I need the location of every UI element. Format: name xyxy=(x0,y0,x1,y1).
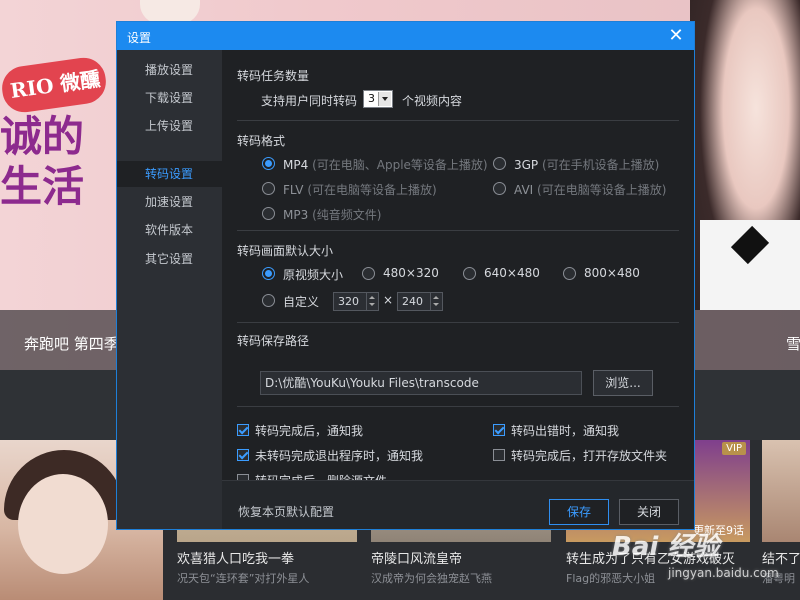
section-title-format: 转码格式 xyxy=(237,134,286,148)
hero-portrait-image xyxy=(690,0,800,310)
stepper-arrows-icon[interactable] xyxy=(366,293,378,310)
sidebar-item-transcode[interactable]: 转码设置 xyxy=(117,161,222,187)
size-radio-800x480[interactable] xyxy=(563,267,576,280)
dialog-title: 设置 xyxy=(127,31,152,45)
sidebar-item-version[interactable]: 软件版本 xyxy=(117,217,222,243)
notify-exit-label[interactable]: 未转码完成退出程序时，通知我 xyxy=(255,447,423,464)
task-count-value: 3 xyxy=(368,92,375,105)
watermark-url: jingyan.baidu.com xyxy=(668,566,779,580)
task-count-prefix: 支持用户同时转码 xyxy=(261,94,358,108)
watermark-text: Bai 经验 xyxy=(612,532,720,562)
sidebar-item-other[interactable]: 其它设置 xyxy=(117,246,222,272)
video-title[interactable]: 欢喜猎人口吃我一拳 xyxy=(177,548,294,567)
stepper-arrows-icon[interactable] xyxy=(430,293,442,310)
size-option-480x320[interactable]: 480×320 xyxy=(383,266,439,280)
format-radio-mp4[interactable] xyxy=(262,157,275,170)
open-folder-label[interactable]: 转码完成后，打开存放文件夹 xyxy=(511,447,667,464)
custom-width-value[interactable]: 320 xyxy=(338,295,359,308)
notify-error-label[interactable]: 转码出错时，通知我 xyxy=(511,422,619,439)
video-subtitle: 汉成帝为何会独宠赵飞燕 xyxy=(371,572,492,585)
reset-defaults-link[interactable]: 恢复本页默认配置 xyxy=(238,503,334,520)
size-radio-480x320[interactable] xyxy=(362,267,375,280)
size-option-640x480[interactable]: 640×480 xyxy=(484,266,540,280)
settings-sidebar: 播放设置 下载设置 上传设置 转码设置 加速设置 软件版本 其它设置 xyxy=(117,50,222,529)
task-count-select[interactable]: 3 xyxy=(363,90,393,108)
format-radio-3gp[interactable] xyxy=(493,157,506,170)
checkbox-notify-done[interactable] xyxy=(237,424,249,436)
section-title-size: 转码画面默认大小 xyxy=(237,244,334,258)
format-option-mp4[interactable]: MP4 (可在电脑、Apple等设备上播放) xyxy=(283,156,488,173)
close-icon[interactable]: ✕ xyxy=(664,24,688,48)
format-option-3gp[interactable]: 3GP (可在手机设备上播放) xyxy=(514,156,659,173)
close-button[interactable]: 关闭 xyxy=(619,499,679,525)
show-title-art: 诚的生活 xyxy=(0,112,85,211)
size-times-sign: × xyxy=(383,293,394,307)
format-option-mp3[interactable]: MP3 (纯音频文件) xyxy=(283,206,381,223)
size-option-original[interactable]: 原视频大小 xyxy=(283,266,343,283)
video-title[interactable]: 结不了 xyxy=(762,548,800,567)
brand-logo: RIO 微醺 xyxy=(0,54,109,116)
section-divider xyxy=(237,406,679,407)
save-button[interactable]: 保存 xyxy=(549,499,609,525)
settings-dialog: 设置 ✕ 播放设置 下载设置 上传设置 转码设置 加速设置 软件版本 其它设置 … xyxy=(116,21,695,530)
dialog-footer: 恢复本页默认配置 保存 关闭 xyxy=(222,480,694,529)
hero-title[interactable]: 奔跑吧 第四季 xyxy=(24,333,119,354)
sidebar-item-playback[interactable]: 播放设置 xyxy=(117,57,222,83)
save-path-input[interactable]: D:\优酷\YouKu\Youku Files\transcode xyxy=(260,371,582,395)
video-subtitle: 况天包“连环套”对打外星人 xyxy=(177,572,310,585)
section-divider xyxy=(237,120,679,121)
format-radio-avi[interactable] xyxy=(493,182,506,195)
video-thumbnail xyxy=(762,440,800,542)
featured-portrait-face xyxy=(18,474,108,574)
size-radio-original[interactable] xyxy=(262,267,275,280)
video-subtitle: Flag的邪恶大小姐 xyxy=(566,572,656,585)
size-option-custom[interactable]: 自定义 xyxy=(283,293,319,310)
task-count-suffix: 个视频内容 xyxy=(402,94,463,108)
custom-height-value[interactable]: 240 xyxy=(402,295,423,308)
notify-done-label[interactable]: 转码完成后，通知我 xyxy=(255,422,363,439)
checkbox-notify-exit[interactable] xyxy=(237,449,249,461)
browse-button[interactable]: 浏览... xyxy=(593,370,653,396)
vip-badge: VIP xyxy=(722,442,746,455)
chevron-down-icon[interactable] xyxy=(378,92,391,106)
section-divider xyxy=(237,322,679,323)
sidebar-item-acceleration[interactable]: 加速设置 xyxy=(117,189,222,215)
format-radio-flv[interactable] xyxy=(262,182,275,195)
watermark-logo: Bai 经验 jingyan.baidu.com xyxy=(612,526,779,580)
sidebar-item-upload[interactable]: 上传设置 xyxy=(117,113,222,139)
transcode-settings-panel: 转码任务数量 支持用户同时转码 3 个视频内容 转码格式 MP4 (可在电脑、A… xyxy=(222,50,694,488)
section-divider xyxy=(237,230,679,231)
size-radio-custom[interactable] xyxy=(262,294,275,307)
hero-title-next[interactable]: 雪 xyxy=(786,333,800,354)
format-option-flv[interactable]: FLV (可在电脑等设备上播放) xyxy=(283,181,437,198)
size-radio-640x480[interactable] xyxy=(463,267,476,280)
checkbox-open-folder[interactable] xyxy=(493,449,505,461)
custom-width-stepper[interactable]: 320 xyxy=(333,292,379,311)
video-title[interactable]: 帝陵口风流皇帝 xyxy=(371,548,462,567)
format-radio-mp3[interactable] xyxy=(262,207,275,220)
section-title-task-count: 转码任务数量 xyxy=(237,69,310,83)
format-option-avi[interactable]: AVI (可在电脑等设备上播放) xyxy=(514,181,666,198)
dialog-title-bar[interactable]: 设置 ✕ xyxy=(117,22,694,50)
sidebar-item-download[interactable]: 下载设置 xyxy=(117,85,222,111)
section-title-save-path: 转码保存路径 xyxy=(237,334,310,348)
custom-height-stepper[interactable]: 240 xyxy=(397,292,443,311)
checkbox-notify-error[interactable] xyxy=(493,424,505,436)
size-option-800x480[interactable]: 800×480 xyxy=(584,266,640,280)
